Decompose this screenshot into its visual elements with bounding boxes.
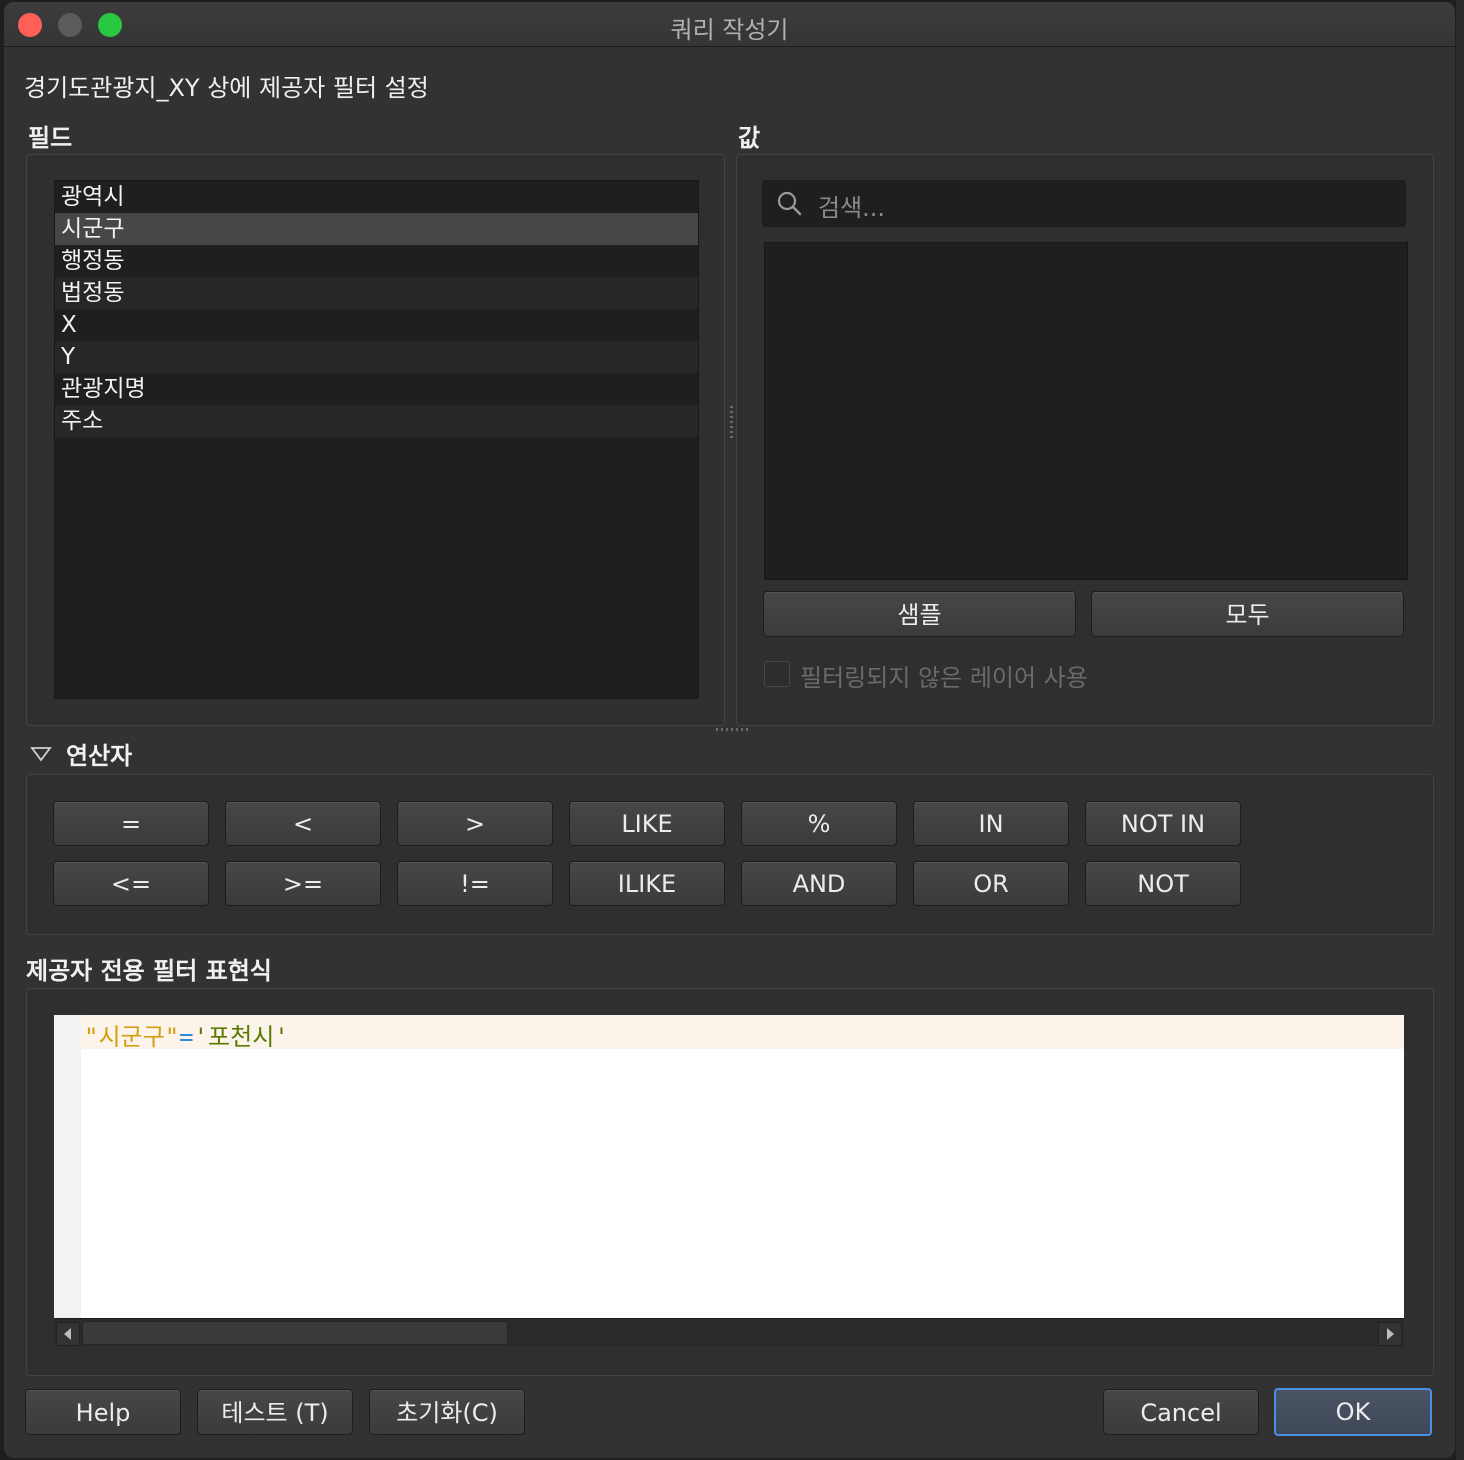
operator-greater-equal-button[interactable]: >= [225,861,381,906]
ok-button[interactable]: OK [1274,1388,1432,1436]
fields-heading: 필드 [28,124,73,152]
triangle-down-icon[interactable] [30,746,52,762]
operator-like-button[interactable]: LIKE [569,801,725,846]
value-list[interactable] [764,242,1408,580]
expression-operator-token: = [179,1023,194,1051]
field-item-시군구[interactable]: 시군구 [55,213,698,245]
value-search-input[interactable]: 검색... [762,180,1406,227]
operator-in-button[interactable]: IN [913,801,1069,846]
scroll-right-button[interactable] [1378,1322,1402,1346]
operator-greater-than-button[interactable]: > [397,801,553,846]
horizontal-splitter-handle[interactable] [716,728,750,731]
operator-not-equal-button[interactable]: != [397,861,553,906]
editor-gutter [54,1015,81,1318]
field-list[interactable]: 광역시 시군구 행정동 법정동 X Y 관광지명 주소 [54,180,699,699]
cancel-button[interactable]: Cancel [1103,1389,1259,1435]
sample-button[interactable]: 샘플 [763,591,1076,637]
title-bar[interactable]: 쿼리 작성기 [4,2,1455,47]
field-item-관광지명[interactable]: 관광지명 [55,373,698,405]
search-placeholder: 검색... [818,194,886,222]
query-builder-dialog: 쿼리 작성기 경기도관광지_XY 상에 제공자 필터 설정 필드 값 광역시 시… [4,2,1455,1458]
test-button[interactable]: 테스트 (T) [197,1389,353,1435]
use-unfiltered-layer-label: 필터링되지 않은 레이어 사용 [800,664,1088,692]
scroll-left-button[interactable] [56,1322,80,1346]
field-item-행정동[interactable]: 행정동 [55,245,698,277]
field-item-y[interactable]: Y [55,341,698,373]
operator-less-equal-button[interactable]: <= [53,861,209,906]
field-item-x[interactable]: X [55,309,698,341]
dialog-subtitle: 경기도관광지_XY 상에 제공자 필터 설정 [24,74,429,102]
background-app-strip [1456,0,1464,1460]
operator-equals-button[interactable]: = [53,801,209,846]
operator-and-button[interactable]: AND [741,861,897,906]
values-heading: 값 [738,124,761,152]
operator-ilike-button[interactable]: ILIKE [569,861,725,906]
operator-not-in-button[interactable]: NOT IN [1085,801,1241,846]
expression-value-token: '포천시' [193,1023,289,1051]
field-item-광역시[interactable]: 광역시 [55,181,698,213]
scrollbar-thumb[interactable] [82,1321,508,1345]
arrow-left-icon [64,1328,71,1340]
all-values-button[interactable]: 모두 [1091,591,1404,637]
filter-expression-editor[interactable]: "시군구"='포천시' [54,1015,1404,1346]
search-icon [777,191,802,216]
help-button[interactable]: Help [25,1389,181,1435]
operator-less-than-button[interactable]: < [225,801,381,846]
reset-button[interactable]: 초기화(C) [369,1389,525,1435]
window-title: 쿼리 작성기 [670,16,789,44]
field-item-주소[interactable]: 주소 [55,405,698,437]
horizontal-scrollbar[interactable] [54,1318,1404,1346]
expression-heading: 제공자 전용 필터 표현식 [26,957,272,985]
vertical-splitter-handle[interactable] [730,406,733,440]
use-unfiltered-layer-checkbox[interactable] [764,661,790,687]
expression-field-token: "시군구" [84,1023,180,1051]
operators-heading[interactable]: 연산자 [66,736,132,771]
operator-or-button[interactable]: OR [913,861,1069,906]
operator-not-button[interactable]: NOT [1085,861,1241,906]
field-item-법정동[interactable]: 법정동 [55,277,698,309]
arrow-right-icon [1387,1328,1394,1340]
operators-group [26,774,1434,935]
operator-percent-button[interactable]: % [741,801,897,846]
expression-code: "시군구"='포천시' [84,1017,289,1052]
